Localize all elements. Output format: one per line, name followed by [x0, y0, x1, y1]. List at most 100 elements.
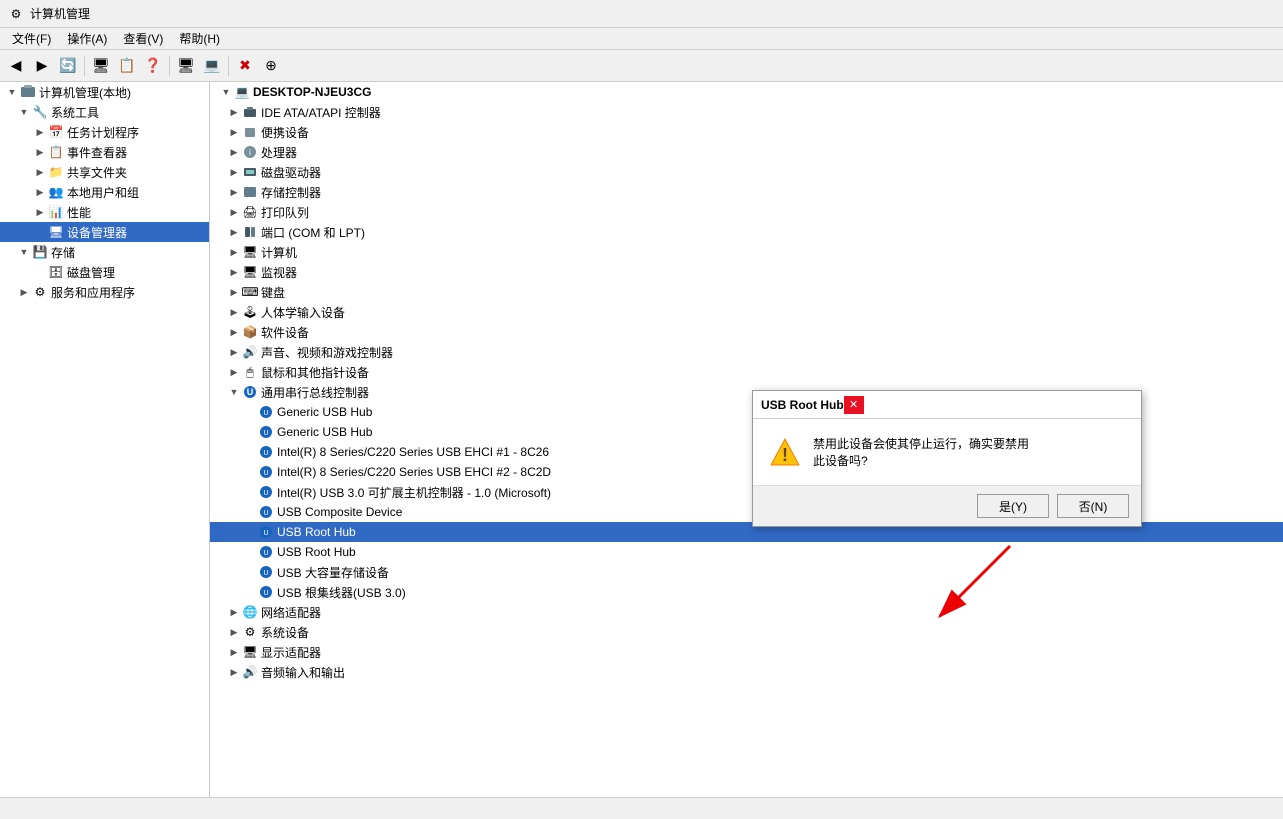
left-tasksched[interactable]: ▶ 📅 任务计划程序: [0, 122, 209, 142]
warning-icon: !: [769, 437, 801, 469]
icon-diskmgmt: 🗄: [48, 264, 64, 280]
svg-text:U: U: [263, 510, 268, 517]
left-sharedfolders[interactable]: ▶ 📁 共享文件夹: [0, 162, 209, 182]
right-item-9[interactable]: ▶ ⌨ 键盘: [210, 282, 1283, 302]
toggle-localusers: ▶: [32, 184, 48, 200]
dialog-yes-button[interactable]: 是(Y): [977, 494, 1049, 518]
menu-help[interactable]: 帮助(H): [171, 28, 228, 49]
label-item-5: 打印队列: [261, 204, 309, 221]
svg-text:U: U: [263, 490, 268, 497]
svg-text:!: !: [782, 445, 788, 465]
label-diskmgmt: 磁盘管理: [67, 264, 115, 281]
svg-text:U: U: [263, 430, 268, 437]
right-item-5[interactable]: ▶ 🖨 打印队列: [210, 202, 1283, 222]
right-item-7[interactable]: ▶ 🖥 计算机: [210, 242, 1283, 262]
menu-action[interactable]: 操作(A): [59, 28, 115, 49]
left-devmanager[interactable]: 🖥 设备管理器: [0, 222, 209, 242]
right-item-23[interactable]: U USB 大容量存储设备: [210, 562, 1283, 582]
right-item-2[interactable]: ▶ i 处理器: [210, 142, 1283, 162]
toggle-22: [242, 544, 258, 560]
toggle-tasksched: ▶: [32, 124, 48, 140]
toggle-26: ▶: [226, 624, 242, 640]
status-bar: [0, 797, 1283, 819]
right-item-24[interactable]: U USB 根集线器(USB 3.0): [210, 582, 1283, 602]
dialog-title: USB Root Hub: [761, 398, 844, 412]
left-systools[interactable]: ▼ 🔧 系统工具: [0, 102, 209, 122]
right-item-28[interactable]: ▶ 🔊 音频输入和输出: [210, 662, 1283, 682]
svg-text:U: U: [263, 450, 268, 457]
icon-item-25: 🌐: [242, 604, 258, 620]
label-tasksched: 任务计划程序: [67, 124, 139, 141]
dialog-message-line2: 此设备吗?: [813, 452, 1029, 469]
dialog-close-button[interactable]: ✕: [844, 396, 864, 414]
left-localusers[interactable]: ▶ 👥 本地用户和组: [0, 182, 209, 202]
left-panel: ▼ 计算机管理(本地) ▼ 🔧 系统工具 ▶ 📅 任务计划程序 ▶ 📋 事件查看…: [0, 82, 210, 797]
right-item-1[interactable]: ▶ 便携设备: [210, 122, 1283, 142]
dialog-body: ! 禁用此设备会使其停止运行，确实要禁用 此设备吗?: [753, 419, 1141, 485]
delete-button[interactable]: ✖: [233, 54, 257, 78]
label-item-2: 处理器: [261, 144, 297, 161]
icon-item-7: 🖥: [242, 244, 258, 260]
right-item-4[interactable]: ▶ 存储控制器: [210, 182, 1283, 202]
label-item-20: USB Composite Device: [277, 505, 402, 519]
right-item-0[interactable]: ▶ IDE ATA/ATAPI 控制器: [210, 102, 1283, 122]
toggle-18: [242, 464, 258, 480]
menu-file[interactable]: 文件(F): [4, 28, 59, 49]
label-performance: 性能: [67, 204, 91, 221]
label-systools: 系统工具: [51, 104, 99, 121]
right-item-26[interactable]: ▶ ⚙ 系统设备: [210, 622, 1283, 642]
toggle-services: ▶: [16, 284, 32, 300]
computer-button[interactable]: 💻: [200, 54, 224, 78]
toggle-21: [242, 524, 258, 540]
forward-button[interactable]: ▶: [30, 54, 54, 78]
show-hide-button[interactable]: 🖥: [89, 54, 113, 78]
dialog-usb-root-hub: USB Root Hub ✕ ! 禁用此设备会使其停止运行，确实要禁用 此设备吗…: [752, 390, 1142, 527]
svg-text:U: U: [263, 570, 268, 577]
refresh-button[interactable]: 🔄: [56, 54, 80, 78]
left-diskmgmt[interactable]: 🗄 磁盘管理: [0, 262, 209, 282]
toggle-10: ▶: [226, 304, 242, 320]
left-storage[interactable]: ▼ 💾 存储: [0, 242, 209, 262]
right-header[interactable]: ▼ 💻 DESKTOP-NJEU3CG: [210, 82, 1283, 102]
label-item-26: 系统设备: [261, 624, 309, 641]
icon-usb-16: U: [258, 424, 274, 440]
right-item-10[interactable]: ▶ 🕹 人体学输入设备: [210, 302, 1283, 322]
left-performance[interactable]: ▶ 📊 性能: [0, 202, 209, 222]
label-item-13: 鼠标和其他指针设备: [261, 364, 369, 381]
right-item-3[interactable]: ▶ 磁盘驱动器: [210, 162, 1283, 182]
right-item-11[interactable]: ▶ 📦 软件设备: [210, 322, 1283, 342]
toggle-root: ▼: [4, 84, 20, 100]
dialog-no-button[interactable]: 否(N): [1057, 494, 1129, 518]
label-item-14: 通用串行总线控制器: [261, 384, 369, 401]
right-item-12[interactable]: ▶ 🔊 声音、视频和游戏控制器: [210, 342, 1283, 362]
menu-bar: 文件(F) 操作(A) 查看(V) 帮助(H): [0, 28, 1283, 50]
right-item-6[interactable]: ▶ 端口 (COM 和 LPT): [210, 222, 1283, 242]
icon-item-10: 🕹: [242, 304, 258, 320]
label-item-0: IDE ATA/ATAPI 控制器: [261, 104, 381, 121]
toggle-25: ▶: [226, 604, 242, 620]
icon-computer: 💻: [234, 84, 250, 100]
icon-item-12: 🔊: [242, 344, 258, 360]
toggle-12: ▶: [226, 344, 242, 360]
left-eventviewer[interactable]: ▶ 📋 事件查看器: [0, 142, 209, 162]
right-item-8[interactable]: ▶ 🖥 监视器: [210, 262, 1283, 282]
label-sharedfolders: 共享文件夹: [67, 164, 127, 181]
toggle-1: ▶: [226, 124, 242, 140]
right-item-22[interactable]: U USB Root Hub: [210, 542, 1283, 562]
left-services[interactable]: ▶ ⚙ 服务和应用程序: [0, 282, 209, 302]
right-item-13[interactable]: ▶ 🖱 鼠标和其他指针设备: [210, 362, 1283, 382]
console-button[interactable]: 🖥: [174, 54, 198, 78]
label-item-24: USB 根集线器(USB 3.0): [277, 584, 406, 601]
right-item-27[interactable]: ▶ 🖥 显示适配器: [210, 642, 1283, 662]
toggle-2: ▶: [226, 144, 242, 160]
back-button[interactable]: ◀: [4, 54, 28, 78]
toolbar: ◀ ▶ 🔄 🖥 📋 ❓ 🖥 💻 ✖ ⊕: [0, 50, 1283, 82]
right-item-25[interactable]: ▶ 🌐 网络适配器: [210, 602, 1283, 622]
properties-button[interactable]: 📋: [115, 54, 139, 78]
icon-item-6: [242, 224, 258, 240]
add-button[interactable]: ⊕: [259, 54, 283, 78]
menu-view[interactable]: 查看(V): [115, 28, 171, 49]
left-tree-root[interactable]: ▼ 计算机管理(本地): [0, 82, 209, 102]
toolbar-separator-2: [169, 56, 170, 76]
help-button[interactable]: ❓: [141, 54, 165, 78]
